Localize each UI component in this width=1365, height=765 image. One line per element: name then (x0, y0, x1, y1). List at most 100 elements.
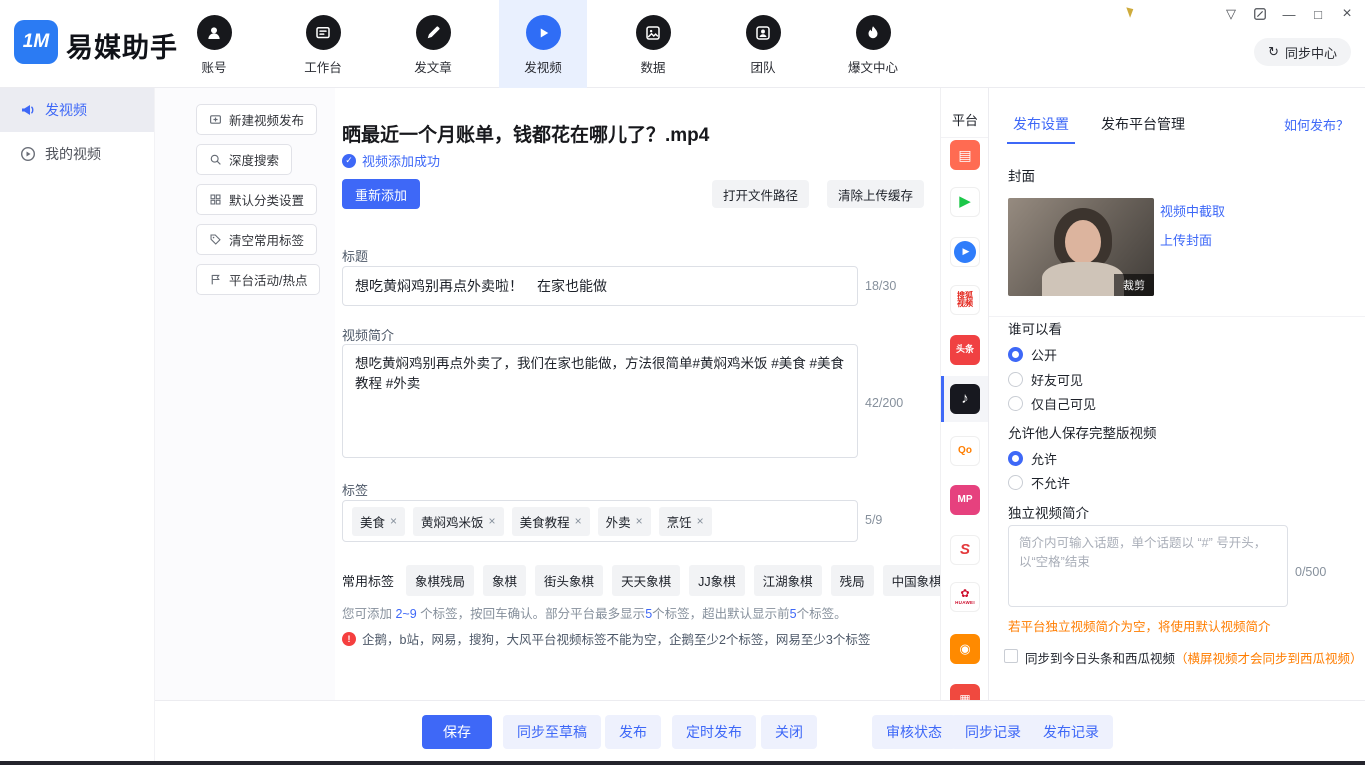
save-button[interactable]: 保存 (422, 715, 492, 749)
common-tag-chip[interactable]: 街头象棋 (535, 565, 603, 596)
independent-description-warning: 若平台独立视频简介为空，将使用默认视频简介 (1008, 616, 1271, 635)
tag-chip[interactable]: 烹饪× (659, 507, 712, 536)
nav-item-team[interactable]: 团队 (719, 0, 807, 88)
description-textarea[interactable]: 想吃黄焖鸡别再点外卖了，我们在家也能做，方法很简单#黄焖鸡米饭 #美食 #美食教… (342, 344, 858, 458)
close-icon[interactable]: × (1339, 6, 1355, 22)
check-icon: ✓ (342, 154, 356, 168)
more-platform-icon[interactable]: ▦ (950, 684, 980, 700)
independent-description-label: 独立视频简介 (1008, 502, 1089, 522)
tab-publish-settings[interactable]: 发布设置 (1013, 114, 1069, 134)
publish-button[interactable]: 发布 (605, 715, 661, 749)
remove-tag-icon[interactable]: × (575, 514, 582, 528)
cover-thumbnail[interactable]: 裁剪 (1008, 198, 1154, 296)
window-bottom-edge (0, 761, 1365, 765)
new-video-publish-button[interactable]: 新建视频发布 (196, 104, 317, 135)
publish-records-button[interactable]: 发布记录 (1029, 715, 1113, 749)
tags-input[interactable]: 美食× 黄焖鸡米饭× 美食教程× 外卖× 烹饪× (342, 500, 858, 542)
screenshot-icon[interactable] (1252, 6, 1268, 22)
sync-to-draft-button[interactable]: 同步至草稿 (503, 715, 601, 749)
tag-chip[interactable]: 黄焖鸡米饭× (413, 507, 504, 536)
common-tag-chip[interactable]: 残局 (831, 565, 874, 596)
app-title: 易媒助手 (66, 26, 178, 65)
radio-friends-only[interactable]: 好友可见 (1008, 370, 1083, 389)
window-controls: ▽ — □ × (1223, 6, 1355, 22)
remove-tag-icon[interactable]: × (489, 514, 496, 528)
sync-center-button[interactable]: ↻ 同步中心 (1254, 38, 1351, 66)
radio-public[interactable]: 公开 (1008, 345, 1057, 364)
remove-tag-icon[interactable]: × (390, 514, 397, 528)
nav-item-account[interactable]: 账号 (170, 0, 258, 88)
qie-hao-icon[interactable]: Qo (950, 436, 980, 466)
checkbox-icon[interactable] (1004, 649, 1018, 663)
network-icon[interactable]: ▽ (1223, 6, 1239, 22)
platform-strip-header: 平台 (941, 110, 988, 138)
clear-upload-cache-button[interactable]: 清除上传缓存 (827, 180, 924, 208)
video-form: 晒最近一个月账单，钱都花在哪儿了？.mp4 ✓ 视频添加成功 重新添加 打开文件… (335, 88, 940, 700)
upload-cover-link[interactable]: 上传封面 (1160, 230, 1212, 249)
douyin-icon[interactable]: ♪ (950, 384, 980, 414)
close-button[interactable]: 关闭 (761, 715, 817, 749)
radio-selected-icon (1008, 451, 1023, 466)
common-tag-chip[interactable]: JJ象棋 (689, 565, 745, 596)
tab-platform-management[interactable]: 发布平台管理 (1101, 114, 1185, 134)
sohu-video-icon[interactable]: 搜狐视频 (950, 285, 980, 315)
radio-private[interactable]: 仅自己可见 (1008, 394, 1096, 413)
bilibili-icon[interactable]: ▤ (950, 140, 980, 170)
remove-tag-icon[interactable]: × (636, 514, 643, 528)
sidebar-item-my-videos[interactable]: 我的视频 (0, 132, 154, 176)
tab-active-underline (1007, 142, 1075, 144)
upload-status: ✓ 视频添加成功 (342, 151, 440, 170)
data-icon (636, 15, 671, 50)
minimize-icon[interactable]: — (1281, 6, 1297, 22)
open-file-path-button[interactable]: 打开文件路径 (712, 180, 809, 208)
readd-video-button[interactable]: 重新添加 (342, 179, 420, 209)
common-tag-chip[interactable]: 象棋 (483, 565, 526, 596)
how-to-publish-link[interactable]: 如何发布？ (1284, 115, 1349, 134)
app-logo-icon: 1M (14, 20, 58, 64)
radio-icon (1008, 475, 1023, 490)
default-category-settings-button[interactable]: 默认分类设置 (196, 184, 317, 215)
description-label: 视频简介 (342, 325, 394, 344)
nav-item-hot-articles[interactable]: 爆文中心 (829, 0, 917, 88)
radio-disallow-save[interactable]: 不允许 (1008, 473, 1070, 492)
tags-warning: ! 企鹅，b站，网易，搜狗，大风平台视频标签不能为空，企鹅至少2个标签，网易至少… (342, 629, 870, 648)
clear-common-tags-button[interactable]: 清空常用标签 (196, 224, 317, 255)
scheduled-publish-button[interactable]: 定时发布 (672, 715, 756, 749)
tag-chip[interactable]: 美食教程× (512, 507, 590, 536)
common-tag-chip[interactable]: 江湖象棋 (754, 565, 822, 596)
meipai-icon[interactable]: MP (950, 485, 980, 515)
nav-item-data[interactable]: 数据 (609, 0, 697, 88)
haokan-video-icon[interactable]: ▶ (950, 237, 980, 267)
iqiyi-icon[interactable]: ▶ (950, 187, 980, 217)
review-status-button[interactable]: 审核状态 (872, 715, 956, 749)
common-tag-chip[interactable]: 象棋残局 (406, 565, 474, 596)
capture-from-video-link[interactable]: 视频中截取 (1160, 201, 1225, 220)
sync-records-button[interactable]: 同步记录 (951, 715, 1035, 749)
sina-icon[interactable]: S (950, 535, 980, 565)
independent-description-textarea[interactable] (1008, 525, 1288, 607)
dayu-icon[interactable]: ◉ (950, 634, 980, 664)
sidebar-item-publish-video[interactable]: 发视频 (0, 88, 154, 132)
tag-chip[interactable]: 外卖× (598, 507, 651, 536)
platform-activity-button[interactable]: 平台活动/热点 (196, 264, 320, 295)
common-tag-chip[interactable]: 天天象棋 (612, 565, 680, 596)
huawei-icon[interactable]: ✿HUAWEI (950, 582, 980, 612)
radio-allow-save[interactable]: 允许 (1008, 449, 1057, 468)
nav-item-workbench[interactable]: 工作台 (279, 0, 367, 88)
tag-chip[interactable]: 美食× (352, 507, 405, 536)
nav-item-publish-video[interactable]: 发视频 (499, 0, 587, 88)
tags-hint: 您可添加 2~9 个标签，按回车确认。部分平台最多显示5个标签，超出默认显示前5… (342, 603, 847, 622)
maximize-icon[interactable]: □ (1310, 6, 1326, 22)
crop-button[interactable]: 裁剪 (1114, 274, 1154, 296)
sync-toutiao-checkbox-row[interactable]: 同步到今日头条和西瓜视频（横屏视频才会同步到西瓜视频） (1004, 648, 1363, 667)
toutiao-icon[interactable]: 头条 (950, 335, 980, 365)
actions-panel: 新建视频发布 深度搜索 默认分类设置 清空常用标签 平台活动/热点 (155, 88, 335, 700)
sidebar: 发视频 我的视频 (0, 88, 155, 765)
nav-item-publish-article[interactable]: 发文章 (389, 0, 477, 88)
remove-tag-icon[interactable]: × (697, 514, 704, 528)
play-icon (526, 15, 561, 50)
app-window: 1M 易媒助手 账号 工作台 发文章 发视频 (0, 0, 1365, 765)
title-input[interactable] (342, 266, 858, 306)
title-counter: 18/30 (865, 279, 896, 293)
deep-search-button[interactable]: 深度搜索 (196, 144, 292, 175)
